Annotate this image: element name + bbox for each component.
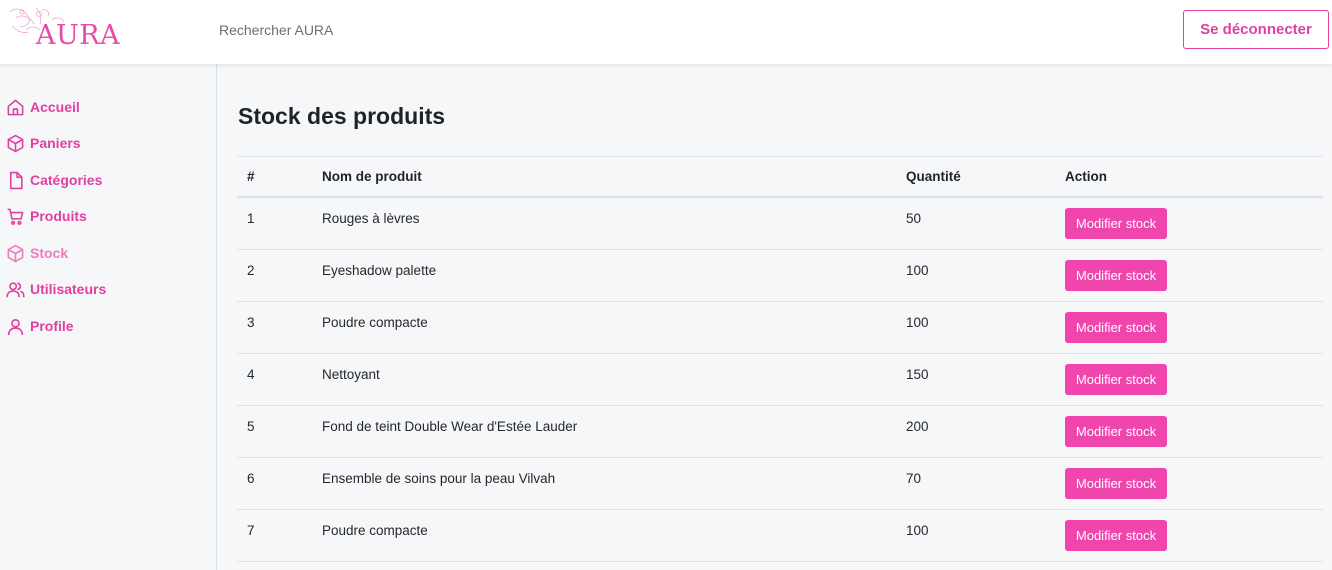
- sidebar-item-label: Produits: [30, 208, 87, 224]
- table-row: 5 Fond de teint Double Wear d'Estée Laud…: [237, 406, 1323, 458]
- modify-stock-button[interactable]: Modifier stock: [1065, 520, 1167, 551]
- product-quantity: 50: [906, 211, 922, 226]
- row-id: 5: [247, 419, 255, 434]
- aura-logo[interactable]: AURA: [6, 4, 120, 56]
- sidebar-item-stock[interactable]: Stock: [6, 241, 68, 265]
- product-quantity: 100: [906, 315, 929, 330]
- column-header-quantity: Quantité: [906, 169, 961, 184]
- top-bar: AURA Se déconnecter: [0, 0, 1332, 64]
- table-row: 7 Poudre compacte 100 Modifier stock: [237, 510, 1323, 562]
- product-name: Ensemble de soins pour la peau Vilvah: [322, 471, 556, 486]
- product-quantity: 150: [906, 367, 929, 382]
- sidebar-item-profile[interactable]: Profile: [6, 314, 74, 338]
- row-id: 7: [247, 523, 255, 538]
- table-row: 6 Ensemble de soins pour la peau Vilvah …: [237, 458, 1323, 510]
- product-name: Poudre compacte: [322, 523, 428, 538]
- modify-stock-button[interactable]: Modifier stock: [1065, 312, 1167, 343]
- modify-stock-button[interactable]: Modifier stock: [1065, 416, 1167, 447]
- stock-table: # Nom de produit Quantité Action 1 Rouge…: [237, 156, 1323, 562]
- home-icon: [7, 99, 24, 115]
- modify-stock-button[interactable]: Modifier stock: [1065, 468, 1167, 499]
- product-name: Eyeshadow palette: [322, 263, 437, 278]
- file-icon: [9, 171, 23, 189]
- product-quantity: 70: [906, 471, 922, 486]
- row-id: 1: [247, 211, 255, 226]
- product-quantity: 200: [906, 419, 929, 434]
- sidebar-item-label: Stock: [30, 245, 69, 261]
- column-header-name: Nom de produit: [322, 169, 422, 184]
- column-header-id: #: [247, 169, 255, 184]
- product-name: Poudre compacte: [322, 315, 428, 330]
- box-icon: [7, 134, 24, 152]
- page-title: Stock des produits: [238, 103, 446, 129]
- users-icon: [6, 281, 25, 297]
- product-name: Nettoyant: [322, 367, 380, 382]
- logo-text: AURA: [36, 20, 121, 51]
- column-header-action: Action: [1065, 169, 1107, 184]
- sidebar-item-label: Accueil: [30, 99, 80, 115]
- sidebar-item-produits[interactable]: Produits: [6, 204, 87, 228]
- product-name: Fond de teint Double Wear d'Estée Lauder: [322, 419, 578, 434]
- sidebar-item-label: Paniers: [30, 135, 81, 151]
- table-row: 4 Nettoyant 150 Modifier stock: [237, 354, 1323, 406]
- row-id: 6: [247, 471, 255, 486]
- sidebar-item-utilisateurs[interactable]: Utilisateurs: [6, 277, 106, 301]
- row-id: 2: [247, 263, 255, 278]
- table-row: 3 Poudre compacte 100 Modifier stock: [237, 302, 1323, 354]
- modify-stock-button[interactable]: Modifier stock: [1065, 364, 1167, 395]
- product-quantity: 100: [906, 523, 929, 538]
- user-icon: [7, 318, 24, 335]
- sidebar-item-paniers[interactable]: Paniers: [6, 131, 81, 155]
- sidebar-item-accueil[interactable]: Accueil: [6, 95, 80, 119]
- product-name: Rouges à lèvres: [322, 211, 420, 226]
- row-id: 3: [247, 315, 255, 330]
- logout-button[interactable]: Se déconnecter: [1183, 10, 1329, 49]
- sidebar-item-label: Utilisateurs: [30, 281, 107, 297]
- modify-stock-button[interactable]: Modifier stock: [1065, 260, 1167, 291]
- search-input[interactable]: [216, 18, 516, 42]
- sidebar-item-label: Profile: [30, 318, 74, 334]
- table-row: 1 Rouges à lèvres 50 Modifier stock: [237, 198, 1323, 250]
- table-row: 2 Eyeshadow palette 100 Modifier stock: [237, 250, 1323, 302]
- row-id: 4: [247, 367, 255, 382]
- product-quantity: 100: [906, 263, 929, 278]
- box-icon: [7, 244, 24, 262]
- sidebar: Accueil Paniers Catégories Produits Stoc…: [0, 64, 217, 570]
- sidebar-item-categories[interactable]: Catégories: [6, 168, 102, 192]
- cart-icon: [7, 208, 24, 225]
- modify-stock-button[interactable]: Modifier stock: [1065, 208, 1167, 239]
- sidebar-item-label: Catégories: [30, 172, 103, 188]
- table-header: # Nom de produit Quantité Action: [237, 157, 1323, 198]
